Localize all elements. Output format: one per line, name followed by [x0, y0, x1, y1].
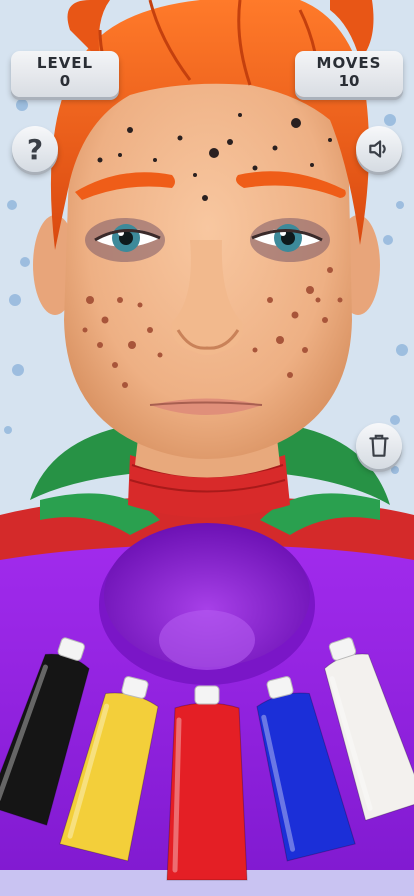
- moves-label: MOVES: [316, 54, 382, 72]
- speaker-icon: [369, 140, 386, 158]
- help-icon: ?: [26, 132, 44, 166]
- moves-value: 10: [338, 72, 360, 90]
- level-label: LEVEL: [36, 54, 94, 72]
- sound-button[interactable]: [356, 126, 402, 172]
- paint-tube-tray: [0, 637, 414, 881]
- moves-panel: MOVES 10: [295, 51, 403, 97]
- paint-tube-red[interactable]: [166, 685, 248, 881]
- trash-icon: [369, 434, 389, 457]
- level-panel: LEVEL 0: [11, 51, 119, 97]
- level-value: 0: [59, 72, 71, 90]
- trash-button[interactable]: [356, 423, 402, 469]
- help-button[interactable]: ?: [12, 126, 58, 172]
- tube-cap: [194, 685, 220, 705]
